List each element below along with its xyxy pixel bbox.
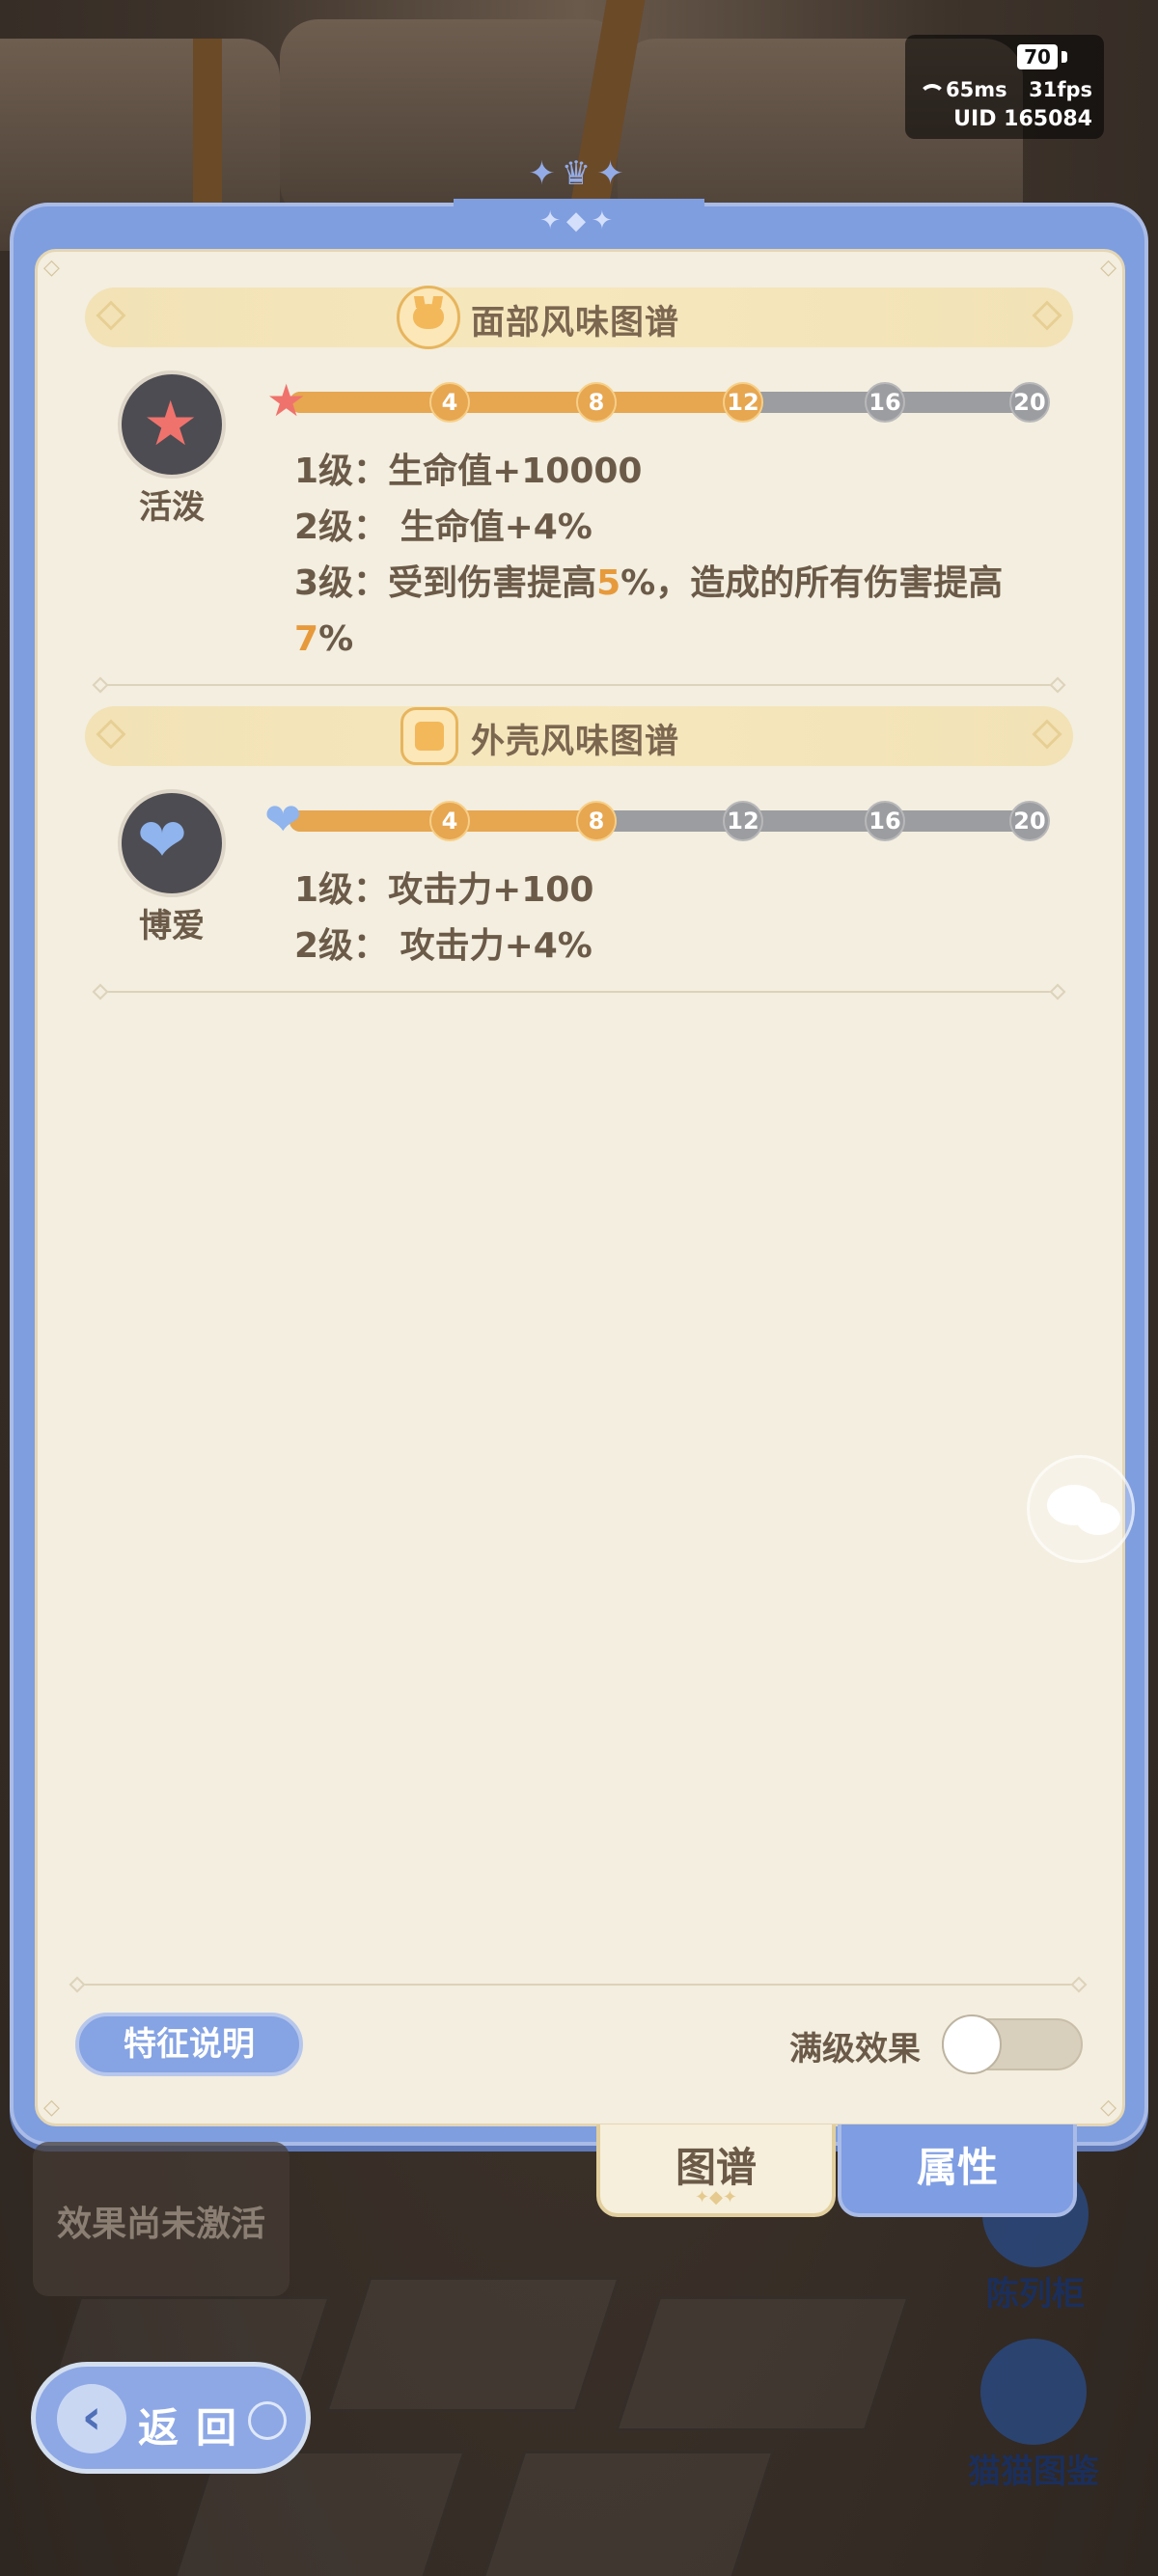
milestone-node: 20 [1009,801,1050,841]
sparkle-ornament-icon: ✦◆✦ [539,206,619,235]
back-label: 返回 [138,2404,255,2452]
uid-readout: UID 165084 [953,107,1092,131]
effect-line-1: 1级：生命值+10000 [294,444,1066,500]
battery-level: 70 [1017,44,1058,69]
effect-level: 2级： [294,926,389,966]
trait-name: 活泼 [139,488,205,527]
star-face-icon: ★ [266,374,307,426]
effect-text: 受到伤害提高 [388,563,597,603]
chat-button[interactable] [1027,1455,1135,1563]
section-header-face: 面部风味图谱 [85,286,1073,349]
inactive-effect-card: 效果尚未激活 [33,2142,290,2296]
level-progress-bar: 4 8 12 16 20 [290,801,1050,841]
effect-text: %，造成的所有伤害提高 [620,563,1004,603]
milestone-node: 16 [865,382,905,423]
corner-ornament-icon: ◇ [1100,2096,1117,2120]
max-level-toggle[interactable] [942,2014,1083,2074]
chat-bubble-icon [1076,1502,1120,1535]
diamond-ornament-icon [1032,719,1062,750]
section-title: 面部风味图谱 [471,304,680,343]
side-button-label: 陈列柜 [986,2275,1085,2314]
section-header-shell: 外壳风味图谱 [85,706,1073,766]
corner-ornament-icon: ◇ [43,2096,60,2120]
notebook-icon [980,2339,1087,2445]
effect-text: 攻击力+100 [388,870,594,910]
effect-line-3: 3级：受到伤害提高5%，造成的所有伤害提高 7% [294,556,1066,668]
bg-floor-tile [480,2451,775,2576]
trait-avatar-lively[interactable]: ★ [118,370,226,479]
wifi-icon [917,84,946,97]
diamond-ornament-icon [96,719,126,750]
effect-level: 2级： [294,507,389,547]
ping-value: 65ms [946,78,1007,101]
milestone-node: 12 [723,382,763,423]
tab-atlas[interactable]: 图谱 ✦◆✦ [596,2124,836,2217]
effect-line-2: 2级： 攻击力+4% [294,918,1066,974]
cat-face-icon [397,286,460,349]
level-progress-bar: 4 8 12 16 20 [290,382,1050,423]
tab-ornament-icon: ✦◆✦ [694,2187,737,2207]
feature-description-button[interactable]: 特征说明 [75,2013,303,2076]
back-button[interactable]: ‹ 返回 [31,2362,311,2474]
effect-text: 生命值+10000 [388,452,643,491]
ping-readout: 65ms [917,78,1007,101]
milestone-node: 8 [576,801,617,841]
section-divider [104,684,1054,686]
hearts-icon: ❤ [264,793,302,845]
milestone-node: 8 [576,382,617,423]
effect-value-highlight: 7 [294,619,319,659]
diamond-ornament-icon [1032,300,1062,331]
effect-line-2: 2级： 生命值+4% [294,500,1066,556]
hearts-icon: ❤ [137,805,187,875]
effect-line-1: 1级：攻击力+100 [294,863,1066,918]
section-title: 外壳风味图谱 [471,723,680,761]
ornament-circle-icon [248,2401,287,2440]
network-status-overlay: 70 65ms 31fps UID 165084 [905,35,1104,139]
tab-label: 属性 [916,2144,998,2191]
corner-ornament-icon: ◇ [1100,256,1117,280]
tab-attributes[interactable]: 属性 [838,2124,1077,2217]
fps-readout: 31fps [1029,78,1092,101]
level-progress-fill [290,392,743,413]
effect-level: 1级： [294,452,389,491]
effect-text: % [318,619,354,659]
side-button-label: 猫猫图鉴 [968,2453,1099,2491]
bg-floor-tile [325,2277,620,2412]
effect-text: 攻击力+4% [388,926,593,966]
milestone-node: 4 [429,382,470,423]
tab-label: 图谱 [675,2144,757,2191]
milestone-node: 16 [865,801,905,841]
milestone-node: 20 [1009,382,1050,423]
battery-icon [1062,51,1067,63]
shell-icon [400,707,458,765]
effect-text: 生命值+4% [388,507,593,547]
trait-avatar-philanthropy[interactable]: ❤ [118,789,226,897]
toggle-knob [942,2014,1002,2074]
footer-divider [81,1984,1075,1986]
trait-name: 博爱 [139,907,205,945]
star-face-icon: ★ [143,389,199,460]
milestone-node: 12 [723,801,763,841]
back-arrow-icon: ‹ [57,2384,126,2453]
cat-encyclopedia-button[interactable]: 猫猫图鉴 [951,2339,1116,2492]
diamond-ornament-icon [96,300,126,331]
effect-level: 3级： [294,563,389,603]
bg-floor-tile [615,2296,910,2431]
section-divider [104,991,1054,993]
effect-value-highlight: 5 [596,563,621,603]
corner-ornament-icon: ◇ [43,256,60,280]
milestone-node: 4 [429,801,470,841]
max-level-toggle-label: 满级效果 [789,2030,921,2069]
effect-level: 1级： [294,870,389,910]
